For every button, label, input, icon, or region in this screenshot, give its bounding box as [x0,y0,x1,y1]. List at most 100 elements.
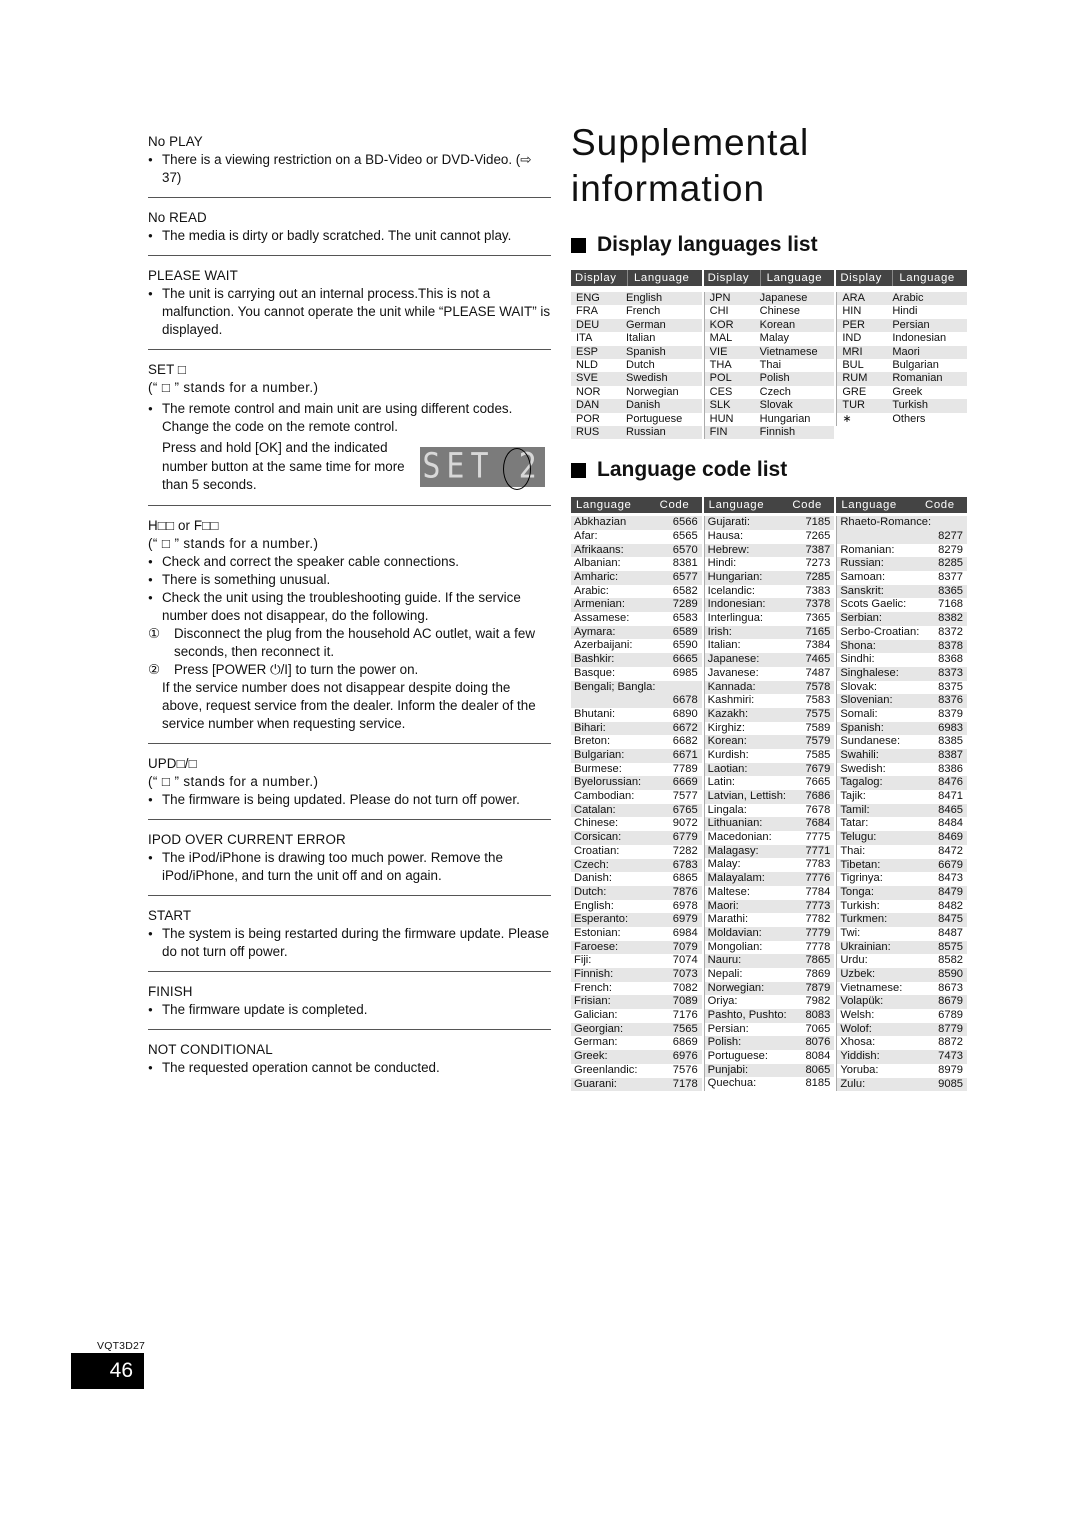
table-row: DAN Danish [571,399,702,413]
header-code: Code [925,499,955,512]
language-name: Oriya: [707,995,738,1008]
language-code: 8083 [805,1009,831,1022]
document-code: VQT3D27 [97,1340,146,1352]
table-body: JPN Japanese CHI Chinese KOR Korean MAL Malay VI… [703,292,835,440]
language-code: 7576 [672,1063,698,1076]
language-name: Esperanto: [574,913,629,926]
language-name: Vietnamese: [840,981,903,994]
table-row: Afrikaans: 6570 [571,543,702,558]
table-row: Cambodian: 7577 [571,790,702,804]
display-code: CHI [709,305,729,318]
language-name: Chinese: [574,817,619,830]
language-name: French [626,305,661,318]
language-code: 7879 [805,981,831,994]
language-code: 6672 [672,721,698,734]
language-code: 8382 [938,612,964,625]
language-name: Rhaeto-Romance: [840,516,932,529]
table-row: Yiddish: 7473 [837,1050,968,1064]
language-code: 8465 [938,803,964,816]
language-code: 8381 [672,557,698,570]
table-row: Latvian, Lettish: 7686 [704,790,835,804]
language-name: Kirghiz: [707,721,745,734]
language-name: Thai [759,358,782,371]
message-section: H□□ or F□□ (“ □ ” stands for a number.) Ch… [148,515,551,744]
language-name: Sundanese: [840,735,901,748]
header-display: Display [571,270,628,286]
table-row: Scots Gaelic: 7168 [837,598,968,613]
language-code: 8482 [938,899,964,912]
table-row: Telugu: 8469 [837,831,968,845]
language-code: 6890 [672,707,698,720]
language-name: Turkish [892,399,928,412]
table-row: Tonga: 8479 [837,885,968,900]
table-row: Uzbek: 8590 [837,968,968,982]
language-name: Sanskrit: [840,584,884,597]
table-row: Marathi: 7782 [704,913,835,927]
language-code: 7089 [672,995,698,1008]
display-code: KOR [709,318,734,331]
table-row: Hausa: 7265 [704,529,835,544]
table-row: Turkish: 8482 [837,899,968,914]
display-code: TUR [842,399,865,412]
language-code: 6869 [672,1036,698,1049]
language-name: Arabic: [574,584,609,597]
language-code: 8575 [938,940,964,953]
table-row: Kannada: 7578 [704,680,835,695]
display-code: DEU [576,318,600,331]
language-code: 7176 [672,1009,698,1022]
language-code: 7684 [805,817,831,830]
table-row: Vietnamese: 8673 [837,981,968,996]
language-code: 6682 [672,735,698,748]
page-title-line-2: information [571,168,766,209]
table-row: Ukrainian: 8575 [837,940,968,955]
language-name: Catalan: [574,803,616,816]
language-code: 7265 [805,529,831,542]
language-name: Spanish: [840,721,884,734]
language-name: Mongolian: [707,940,763,953]
language-name: Swedish: [840,762,886,775]
table-row: Interlingua: 7365 [704,612,835,626]
language-code: 7577 [672,790,698,803]
table-row: Bhutani: 6890 [571,707,702,722]
table-column: Language Code Abkhazian 6566 Afar: 6565 Afrika… [571,497,702,1092]
language-code: 7869 [805,967,831,980]
display-code: IND [842,332,862,345]
table-row: Moldavian: 7779 [704,926,835,941]
bullet-item: The iPod/iPhone is drawing too much powe… [148,849,551,885]
language-code: 6570 [672,543,698,556]
language-name: Breton: [574,735,611,748]
language-code: 8084 [805,1050,831,1063]
language-code-heading: Language code list [571,457,967,483]
bullet-item: There is something unusual. [148,571,551,589]
table-row: BUL Bulgarian [837,359,967,372]
language-name: Portuguese [626,412,683,425]
table-row: Nauru: 7865 [704,954,835,968]
table-body: ARA Arabic HIN Hindi PER Persian IND Indonesian… [836,292,968,426]
language-name: Norwegian [626,385,679,398]
language-name: Uzbek: [840,968,876,980]
table-row: MRI Maori [837,345,968,359]
language-code: 9085 [938,1077,964,1090]
language-name: Arabic [892,292,924,304]
language-name: Zulu: [840,1077,866,1090]
step-number: ② [148,661,161,677]
table-row: POL Polish [704,372,835,386]
language-name: Azerbaijani: [574,639,633,652]
table-column: Language Code Rhaeto-Romance: 8277 Romanian:… [836,497,968,1092]
table-row: Breton: 6682 [571,735,702,749]
message-title: PLEASE WAIT [148,268,238,283]
message-section: IPOD OVER CURRENT ERROR The iPod/iPhone i… [148,829,551,896]
table-row: Byelorussian: 6669 [571,776,702,791]
message-title: UPD□/□ [148,755,197,771]
table-row: Samoan: 8377 [837,571,968,585]
table-row: Fiji: 7074 [571,954,702,968]
language-code: 8386 [938,762,964,775]
language-name: Twi: [840,926,861,939]
message-section: PLEASE WAIT The unit is carrying out an i… [148,265,551,350]
language-name: Bulgarian [892,358,939,371]
table-header: Language Code [836,497,968,514]
table-row: Russian: 8285 [837,557,968,572]
table-row: Bashkir: 6665 [571,653,702,667]
table-row: Punjabi: 8065 [704,1063,835,1078]
message-section: START The system is being restarted durin… [148,905,551,972]
